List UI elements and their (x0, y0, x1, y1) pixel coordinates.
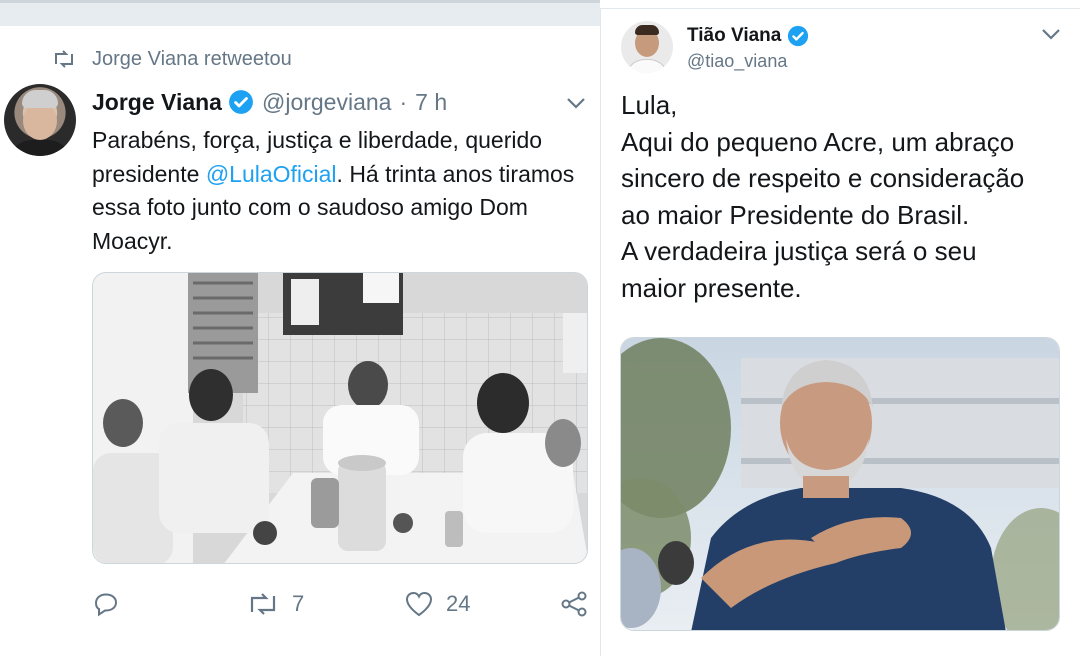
lula-photo-illustration (621, 338, 1059, 630)
retweet-icon (55, 50, 73, 68)
historic-photo-illustration (93, 273, 587, 563)
reply-icon (94, 593, 118, 617)
right-tweet-body: Lula, Aqui do pequeno Acre, um abraço si… (621, 87, 1071, 306)
retweet-context[interactable]: Jorge Viana retweetou (52, 46, 292, 72)
like-icon (405, 591, 433, 617)
tweet-body: Parabéns, força, justiça e liberdade, qu… (92, 124, 592, 258)
verified-badge-icon (788, 25, 809, 47)
right-author-name[interactable]: Tião Viana (687, 25, 781, 47)
tweet-photo-lula[interactable] (620, 337, 1060, 631)
like-action[interactable]: 24 (404, 590, 470, 618)
top-divider-bar (0, 0, 600, 26)
reply-action[interactable] (92, 590, 132, 618)
share-icon (561, 591, 587, 617)
author-name[interactable]: Jorge Viana (92, 89, 222, 116)
chevron-down-icon[interactable] (566, 96, 586, 110)
share-action[interactable] (560, 590, 600, 618)
chevron-down-icon[interactable] (1041, 27, 1061, 41)
right-text-line: A verdadeira justiça será o seu (621, 236, 977, 266)
tweet-photo-historic[interactable] (92, 272, 588, 564)
tweet-timestamp[interactable]: 7 h (415, 89, 447, 116)
right-text-line: Lula, (621, 90, 678, 120)
right-text-line: sincero de respeito e consideração (621, 163, 1025, 193)
retweet-count: 7 (292, 591, 305, 616)
verified-badge-icon (229, 90, 253, 114)
left-tweet-panel: Jorge Viana retweetou Jorge Viana @jorge… (0, 0, 600, 656)
retweet-action-icon (250, 593, 276, 615)
right-text-line: ao maior Presidente do Brasil. (621, 199, 970, 230)
right-tweet-panel: Tião Viana @tiao_viana Lula, Aqui do peq… (600, 8, 1080, 656)
avatar-jorge-viana[interactable] (4, 84, 76, 156)
right-author-row: Tião Viana (687, 25, 809, 47)
right-text-line: maior presente. (621, 272, 802, 303)
right-author-handle[interactable]: @tiao_viana (687, 51, 787, 72)
like-count: 24 (446, 591, 471, 616)
author-handle[interactable]: @jorgeviana (262, 89, 391, 116)
avatar-tiao-viana[interactable] (621, 21, 673, 73)
retweeted-by-label: Jorge Viana retweetou (92, 47, 292, 70)
separator-dot: · (399, 88, 408, 115)
right-text-line: Aqui do pequeno Acre, um abraço (621, 126, 1015, 157)
tweet-header: Jorge Viana @jorgeviana · 7 h (92, 86, 447, 118)
retweet-action[interactable]: 7 (246, 590, 304, 618)
tweet-actions: 7 24 (92, 590, 592, 626)
mention-link[interactable]: @LulaOficial (206, 161, 337, 187)
